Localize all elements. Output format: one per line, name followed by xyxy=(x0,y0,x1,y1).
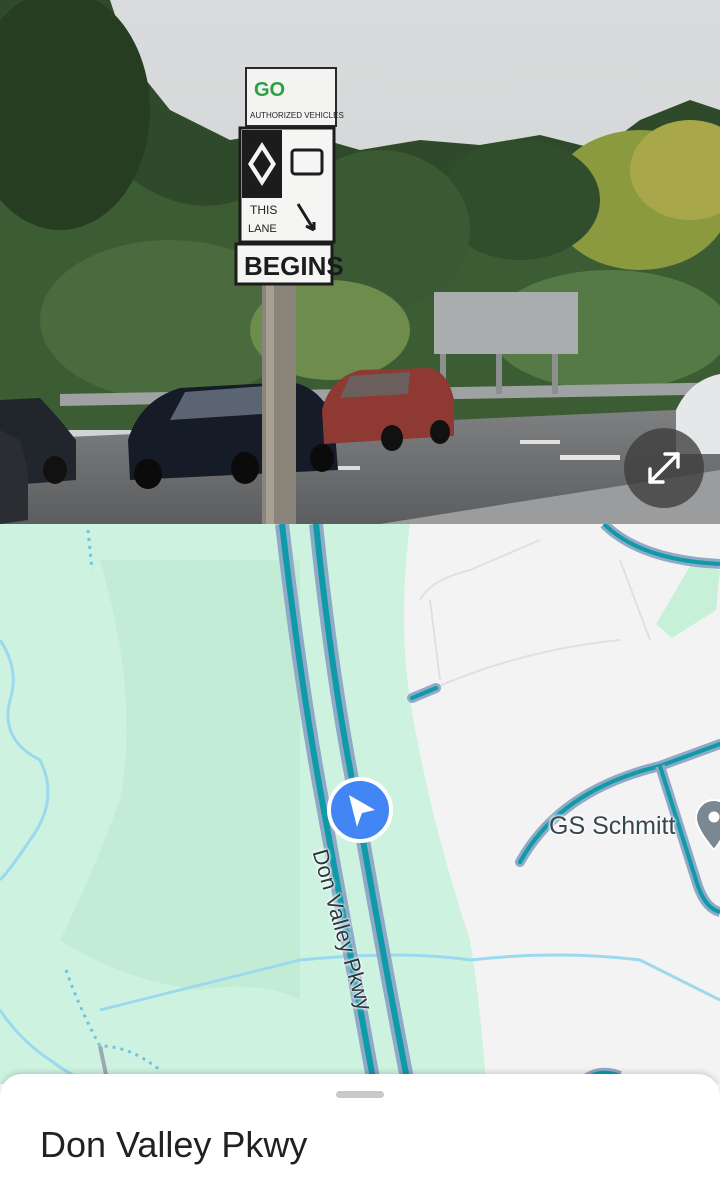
navigation-arrow-icon[interactable] xyxy=(327,777,393,843)
place-pin-icon[interactable] xyxy=(694,798,720,858)
expand-button[interactable] xyxy=(624,428,704,508)
sign-lane-text: LANE xyxy=(248,223,277,235)
sign-this-text: THIS xyxy=(250,203,277,217)
sign-authorized-text: AUTHORIZED VEHICLES xyxy=(250,111,344,120)
sign-brand-text: GO xyxy=(254,79,285,101)
drag-handle[interactable] xyxy=(336,1091,384,1098)
bottom-sheet[interactable]: Don Valley Pkwy xyxy=(0,1074,720,1204)
street-view-image[interactable]: GO AUTHORIZED VEHICLES THIS LANE BEGINS xyxy=(0,0,720,524)
place-title: Don Valley Pkwy xyxy=(40,1124,308,1165)
street-view-photo: GO AUTHORIZED VEHICLES THIS LANE BEGINS xyxy=(0,0,720,524)
sign-begins-text: BEGINS xyxy=(244,251,344,281)
poi-label[interactable]: GS Schmitt xyxy=(549,812,675,841)
expand-diagonal-icon xyxy=(648,452,680,484)
